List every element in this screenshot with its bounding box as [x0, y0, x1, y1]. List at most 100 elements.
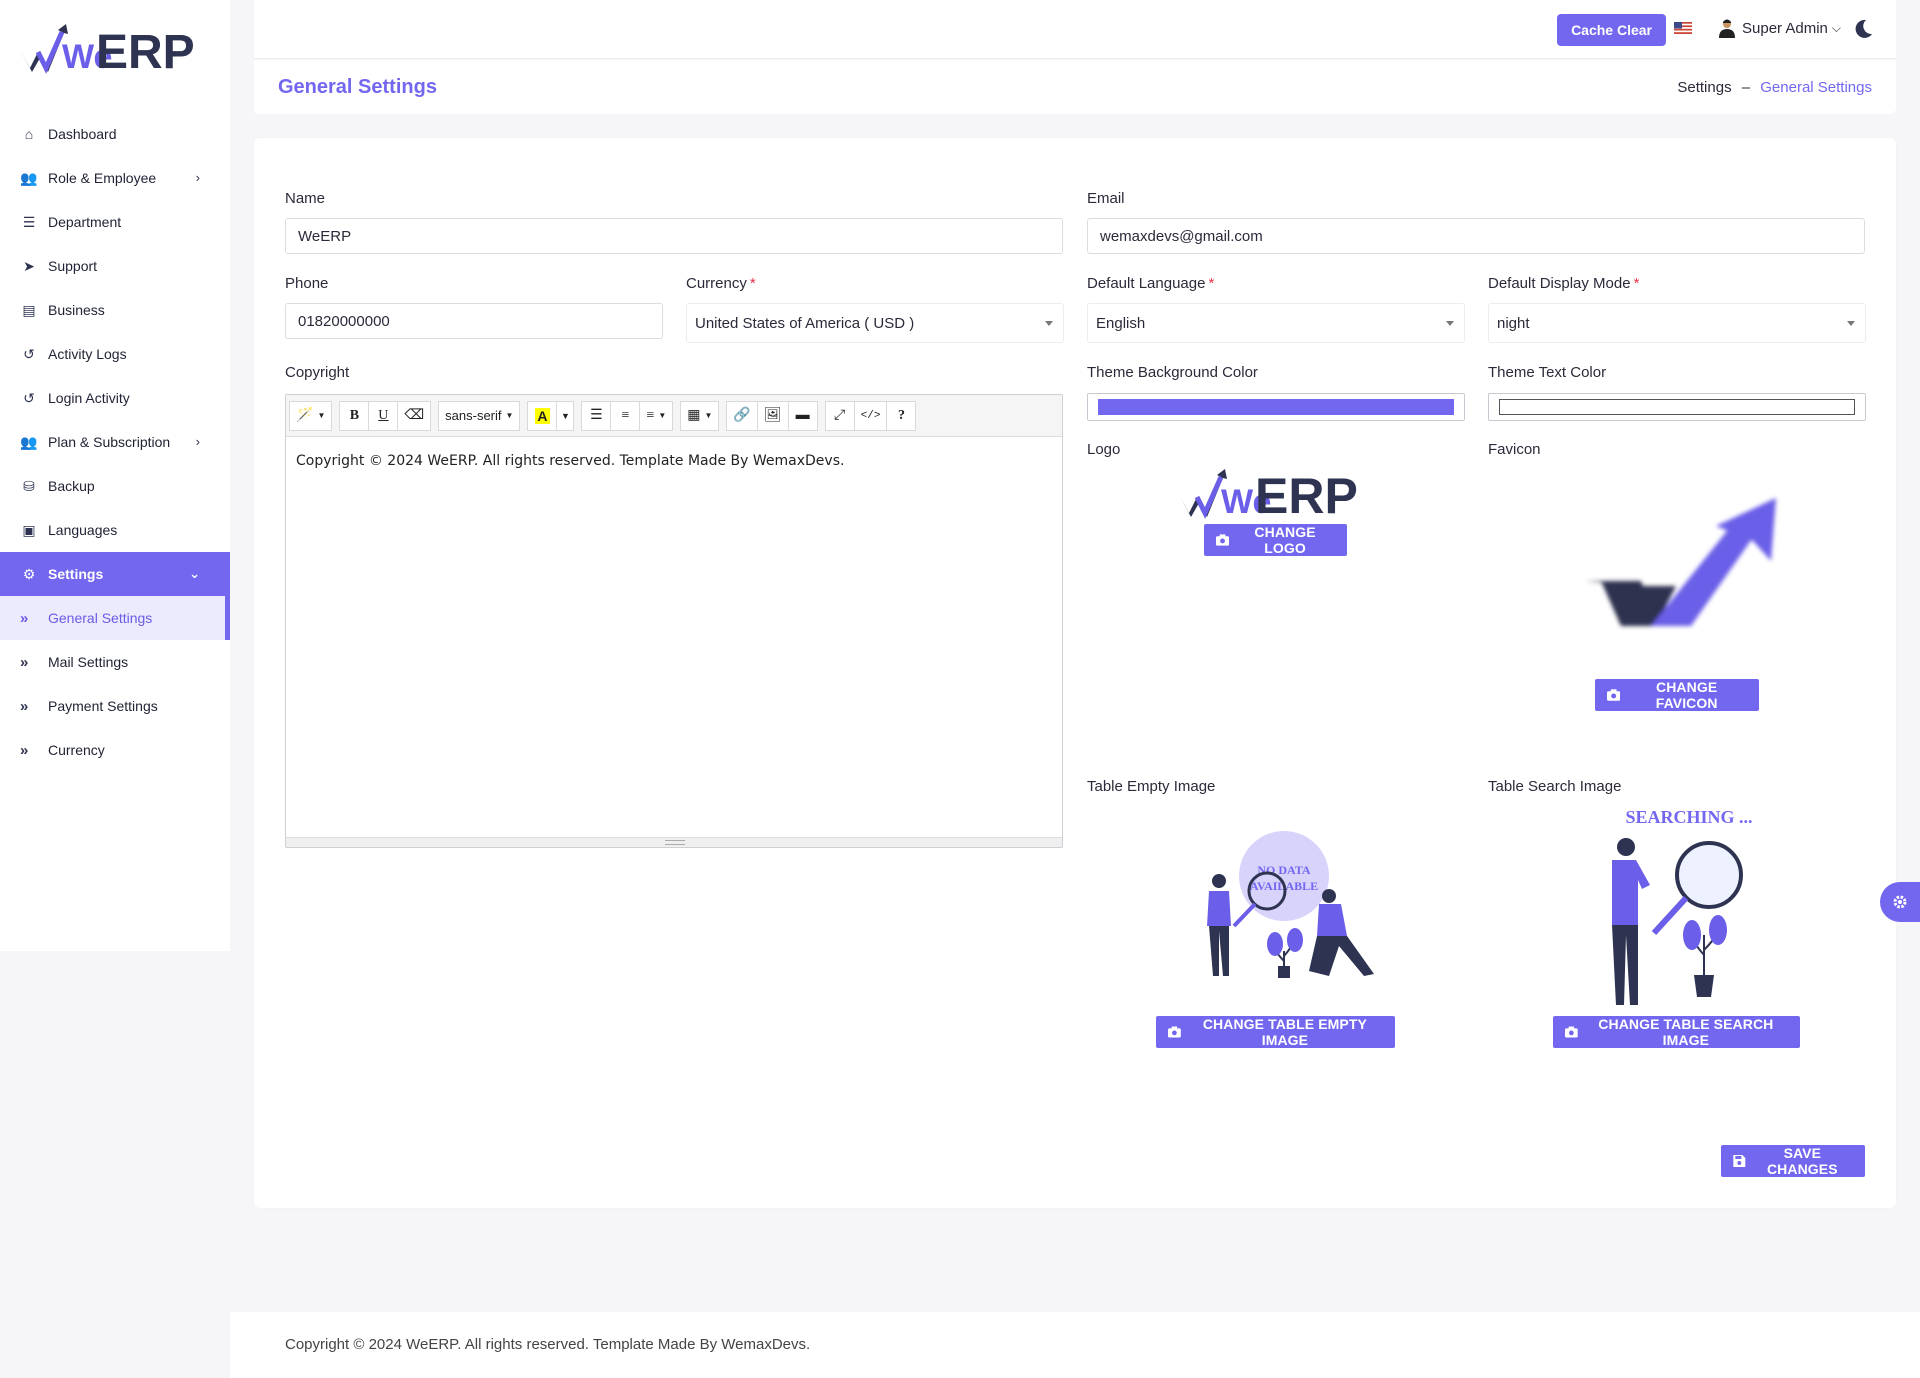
name-input[interactable] [285, 218, 1063, 254]
sidebar-item-settings[interactable]: ⚙ Settings ⌄ [0, 552, 230, 596]
chevron-down-icon: ⌄ [189, 566, 200, 581]
name-label: Name [285, 190, 326, 207]
footer: Copyright © 2024 WeERP. All rights reser… [230, 1312, 1920, 1378]
customizer-toggle-button[interactable] [1880, 882, 1920, 922]
sidebar-item-label: Backup [48, 478, 95, 494]
save-icon [1733, 1155, 1746, 1167]
change-favicon-button[interactable]: CHANGE FAVICON [1595, 679, 1759, 711]
caret-down-icon [1847, 321, 1855, 326]
caret-down-icon[interactable]: ▼ [556, 400, 575, 431]
sidebar: We ERP ⌂ Dashboard 👥 Role & Employee › ☰ Depar… [0, 0, 230, 951]
phone-label: Phone [285, 275, 329, 292]
us-flag-icon[interactable] [1674, 22, 1692, 34]
copyright-label: Copyright [285, 364, 350, 381]
sidebar-item-languages[interactable]: ▣ Languages [0, 508, 230, 552]
caret-down-icon [1446, 321, 1454, 326]
editor-resize-bar[interactable] [286, 837, 1062, 847]
change-table-empty-image-button[interactable]: CHANGE TABLE EMPTY IMAGE [1156, 1016, 1395, 1048]
code-view-icon[interactable]: </> [853, 400, 888, 431]
sidebar-item-login-activity[interactable]: ↺ Login Activity [0, 376, 230, 420]
sidebar-item-plan-subscription[interactable]: 👥 Plan & Subscription › [0, 420, 230, 464]
eraser-icon[interactable]: ⌫ [397, 400, 432, 431]
sidebar-item-support[interactable]: ➤ Support [0, 244, 230, 288]
table-search-image-preview: SEARCHING ... [1612, 807, 1753, 1005]
email-input[interactable] [1087, 218, 1865, 254]
sidebar-subitem-currency[interactable]: » Currency [0, 728, 230, 772]
logo-label: Logo [1087, 441, 1121, 458]
change-table-search-image-button[interactable]: CHANGE TABLE SEARCH IMAGE [1553, 1016, 1800, 1048]
phone-input[interactable] [285, 303, 663, 339]
default-display-mode-select[interactable]: night [1488, 303, 1866, 343]
sidebar-subitem-label: Currency [48, 742, 105, 758]
sidebar-subitem-mail-settings[interactable]: » Mail Settings [0, 640, 230, 684]
breadcrumb-current: General Settings [1760, 79, 1872, 96]
sidebar-item-label: Languages [48, 522, 118, 538]
sidebar-item-business[interactable]: ▤ Business [0, 288, 230, 332]
sidebar-nav: ⌂ Dashboard 👥 Role & Employee › ☰ Department ➤ S… [0, 112, 230, 596]
history-icon: ↺ [23, 345, 35, 362]
change-logo-button[interactable]: CHANGE LOGO [1204, 524, 1347, 556]
double-chevron-right-icon: » [20, 741, 29, 759]
default-display-mode-value: night [1497, 314, 1530, 332]
currency-select[interactable]: United States of America ( USD ) [686, 303, 1064, 343]
required-mark: * [1633, 275, 1640, 292]
sidebar-subitem-payment-settings[interactable]: » Payment Settings [0, 684, 230, 728]
change-logo-label: CHANGE LOGO [1254, 524, 1316, 556]
camera-icon [1607, 689, 1621, 701]
sidebar-item-role-employee[interactable]: 👥 Role & Employee › [0, 156, 230, 200]
sidebar-subitem-label: Payment Settings [48, 698, 158, 714]
weerp-logo-icon: We ERP [20, 24, 195, 74]
settings-submenu: » General Settings » Mail Settings » Payment … [0, 596, 230, 772]
image-icon[interactable]: 🖼 [756, 400, 789, 431]
default-display-mode-label-text: Default Display Mode [1488, 275, 1631, 292]
theme-text-color-picker[interactable] [1488, 393, 1866, 421]
breadcrumb-settings[interactable]: Settings [1677, 79, 1731, 96]
language-icon: ▣ [22, 521, 36, 538]
text-color-button[interactable]: A [527, 400, 558, 431]
copyright-editor-content[interactable]: Copyright © 2024 WeERP. All rights reser… [286, 437, 1062, 836]
topbar: Cache Clear Super Admin ⌵ [254, 0, 1896, 59]
sidebar-item-activity-logs[interactable]: ↺ Activity Logs [0, 332, 230, 376]
sidebar-subitem-general-settings[interactable]: » General Settings [0, 596, 230, 640]
sidebar-subitem-label: General Settings [48, 610, 153, 626]
moon-icon[interactable] [1852, 18, 1874, 40]
video-icon[interactable]: ▬ [787, 400, 818, 431]
font-family-dropdown[interactable]: sans-serif ▼ [438, 400, 521, 431]
align-icon[interactable]: ≡ ▼ [639, 400, 674, 431]
underline-button[interactable]: U [368, 400, 399, 431]
table-empty-image-preview: NO DATA AVAILABLE [1207, 831, 1374, 978]
magic-wand-icon[interactable]: 🪄 ▼ [289, 400, 333, 431]
table-search-image-label: Table Search Image [1488, 778, 1622, 795]
bold-button[interactable]: B [339, 400, 370, 431]
cache-clear-button[interactable]: Cache Clear [1557, 14, 1666, 46]
breadcrumb: Settings – General Settings [1677, 79, 1872, 96]
double-chevron-right-icon: » [20, 653, 29, 671]
sidebar-item-dashboard[interactable]: ⌂ Dashboard [0, 112, 230, 156]
help-icon[interactable]: ? [886, 400, 917, 431]
sidebar-item-label: Department [48, 214, 122, 230]
theme-text-color-swatch [1499, 399, 1855, 415]
business-icon: ▤ [22, 301, 36, 318]
theme-bg-color-picker[interactable] [1087, 393, 1465, 421]
required-mark: * [749, 275, 756, 292]
table-empty-image-label: Table Empty Image [1087, 778, 1216, 795]
user-menu[interactable]: Super Admin ⌵ [1718, 18, 1841, 38]
link-icon[interactable]: 🔗 [726, 400, 758, 431]
default-language-label: Default Language * [1087, 275, 1214, 292]
table-icon[interactable]: ▦ ▼ [680, 400, 720, 431]
unordered-list-icon[interactable]: ☰ [581, 400, 612, 431]
chevron-right-icon: › [195, 434, 200, 449]
sidebar-item-department[interactable]: ☰ Department [0, 200, 230, 244]
fullscreen-icon[interactable]: ⤢ [824, 400, 855, 431]
brand-logo[interactable]: We ERP [0, 0, 230, 96]
svg-text:SEARCHING ...: SEARCHING ... [1625, 807, 1752, 827]
change-table-empty-image-label: CHANGE TABLE EMPTY IMAGE [1202, 1016, 1367, 1048]
save-changes-button[interactable]: SAVE CHANGES [1721, 1145, 1865, 1177]
email-label: Email [1087, 190, 1125, 207]
sidebar-item-backup[interactable]: ⛁ Backup [0, 464, 230, 508]
users-icon: 👥 [20, 169, 38, 186]
ordered-list-icon[interactable]: ≡ [610, 400, 641, 431]
default-language-select[interactable]: English [1087, 303, 1465, 343]
sidebar-item-label: Support [48, 258, 98, 274]
database-icon: ⛁ [23, 477, 35, 494]
